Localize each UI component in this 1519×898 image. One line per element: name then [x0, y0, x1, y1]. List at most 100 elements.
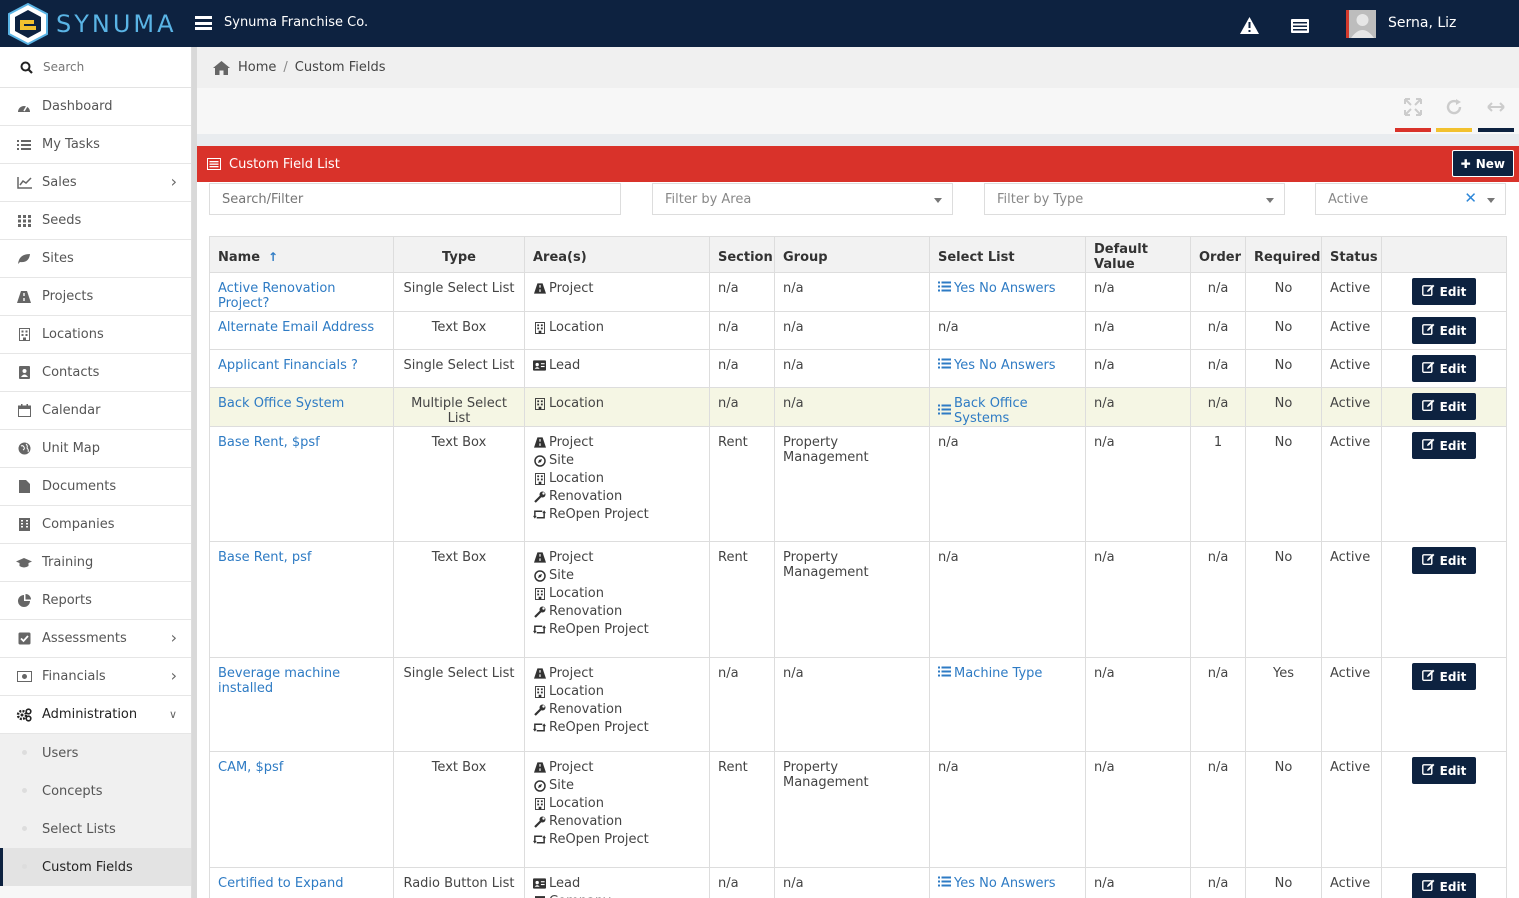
- sidebar-item-sales[interactable]: Sales ›: [0, 164, 191, 202]
- cell-name: Certified to Expand: [209, 867, 394, 898]
- cell-group: n/a: [774, 349, 930, 388]
- col-areas[interactable]: Area(s): [524, 236, 710, 273]
- warning-icon[interactable]: [1240, 17, 1259, 38]
- col-default-value[interactable]: Default Value: [1085, 236, 1191, 273]
- table-row[interactable]: CAM, $psf Text Box Project Site Location Reno…: [209, 751, 1507, 868]
- cell-order: n/a: [1190, 751, 1246, 868]
- col-group[interactable]: Group: [774, 236, 930, 273]
- refresh-icon[interactable]: [1436, 98, 1472, 132]
- area-label: Site: [549, 778, 574, 793]
- messages-icon[interactable]: [1291, 19, 1309, 33]
- field-name-link[interactable]: Beverage machine installed: [218, 666, 340, 696]
- sidebar-item-documents[interactable]: Documents: [0, 468, 191, 506]
- sidebar-subitem-concepts[interactable]: Concepts: [0, 772, 191, 810]
- select-list-link[interactable]: Yes No Answers: [938, 358, 1056, 373]
- menu-toggle-icon[interactable]: [195, 16, 212, 30]
- breadcrumb-home[interactable]: Home: [238, 60, 276, 75]
- col-select-list[interactable]: Select List: [929, 236, 1086, 273]
- sidebar-subitem-users[interactable]: Users: [0, 734, 191, 772]
- table-row[interactable]: Applicant Financials ? Single Select List…: [209, 349, 1507, 388]
- sidebar-item-assessments[interactable]: Assessments ›: [0, 620, 191, 658]
- select-list-link[interactable]: Yes No Answers: [938, 876, 1056, 891]
- table-row[interactable]: Back Office System Multiple Select List Lo…: [209, 387, 1507, 427]
- col-required[interactable]: Required: [1245, 236, 1322, 273]
- synuma-logo[interactable]: SYNUMA: [6, 2, 190, 46]
- cell-required: No: [1245, 426, 1322, 542]
- col-type[interactable]: Type: [393, 236, 525, 273]
- retweet-icon: [533, 722, 546, 733]
- sidebar-item-seeds[interactable]: Seeds: [0, 202, 191, 240]
- edit-button[interactable]: Edit: [1411, 355, 1477, 382]
- table-row[interactable]: Base Rent, psf Text Box Project Site Locatio…: [209, 541, 1507, 658]
- clear-icon[interactable]: ✕: [1464, 189, 1477, 207]
- table-row[interactable]: Base Rent, $psf Text Box Project Site Locati…: [209, 426, 1507, 542]
- edit-button[interactable]: Edit: [1411, 278, 1477, 305]
- compass-icon: [533, 454, 546, 467]
- field-name-link[interactable]: Base Rent, psf: [218, 550, 311, 565]
- sidebar-item-reports[interactable]: Reports: [0, 582, 191, 620]
- table-row[interactable]: Certified to Expand Radio Button List Lead…: [209, 867, 1507, 898]
- edit-button[interactable]: Edit: [1411, 317, 1477, 344]
- filter-area-select[interactable]: Filter by Area: [652, 183, 953, 215]
- cell-name: Alternate Email Address: [209, 311, 394, 350]
- field-name-link[interactable]: Base Rent, $psf: [218, 435, 320, 450]
- search-filter-input[interactable]: [222, 191, 602, 207]
- edit-button[interactable]: Edit: [1411, 393, 1477, 420]
- sidebar-item-projects[interactable]: Projects: [0, 278, 191, 316]
- sidebar-item-unit-map[interactable]: Unit Map: [0, 430, 191, 468]
- table-row[interactable]: Active Renovation Project? Single Select …: [209, 272, 1507, 312]
- sidebar-item-locations[interactable]: Locations: [0, 316, 191, 354]
- select-list-link[interactable]: Machine Type: [938, 666, 1042, 681]
- sidebar-item-companies[interactable]: Companies: [0, 506, 191, 544]
- table-row[interactable]: Alternate Email Address Text Box Location n…: [209, 311, 1507, 350]
- edit-button[interactable]: Edit: [1411, 873, 1477, 898]
- col-status[interactable]: Status: [1321, 236, 1382, 273]
- filter-type-select[interactable]: Filter by Type: [984, 183, 1285, 215]
- sidebar-item-calendar[interactable]: Calendar: [0, 392, 191, 430]
- sidebar-item-dashboard[interactable]: Dashboard: [0, 88, 191, 126]
- edit-button[interactable]: Edit: [1411, 547, 1477, 574]
- area-label: Renovation: [549, 814, 623, 829]
- sidebar-search-input[interactable]: [43, 60, 183, 74]
- field-name-link[interactable]: Back Office System: [218, 396, 344, 411]
- sidebar-item-administration[interactable]: Administration ∨: [0, 696, 191, 734]
- sidebar-item-my-tasks[interactable]: My Tasks: [0, 126, 191, 164]
- sidebar-item-training[interactable]: Training: [0, 544, 191, 582]
- table-row[interactable]: Beverage machine installed Single Select …: [209, 657, 1507, 752]
- sort-ascending-icon[interactable]: ↑: [268, 250, 278, 264]
- sidebar-item-sites[interactable]: Sites: [0, 240, 191, 278]
- field-name-link[interactable]: Certified to Expand: [218, 876, 344, 891]
- new-button[interactable]: ✚ New: [1451, 150, 1514, 177]
- edit-icon: [1421, 669, 1435, 684]
- select-list-label: Yes No Answers: [954, 358, 1056, 373]
- search-filter-field[interactable]: [209, 183, 621, 215]
- field-name-link[interactable]: CAM, $psf: [218, 760, 283, 775]
- new-button-label: New: [1475, 156, 1505, 171]
- sidebar-subitem-custom-fields[interactable]: Custom Fields: [0, 848, 191, 886]
- sidebar-item-financials[interactable]: Financials ›: [0, 658, 191, 696]
- edit-button-label: Edit: [1439, 763, 1467, 778]
- select-list-link[interactable]: Yes No Answers: [938, 281, 1056, 296]
- fullscreen-icon[interactable]: [1395, 98, 1431, 132]
- cell-actions: Edit: [1381, 541, 1507, 658]
- filter-status-select[interactable]: Active ✕: [1315, 183, 1506, 215]
- sidebar-subitem-select-lists[interactable]: Select Lists: [0, 810, 191, 848]
- area-label: ReOpen Project: [549, 720, 649, 735]
- col-section[interactable]: Section: [709, 236, 775, 273]
- road-icon: [533, 283, 546, 294]
- sidebar-item-contacts[interactable]: Contacts: [0, 354, 191, 392]
- col-name[interactable]: Name ↑: [209, 236, 394, 273]
- field-name-link[interactable]: Applicant Financials ?: [218, 358, 358, 373]
- expand-width-icon[interactable]: [1478, 98, 1514, 132]
- field-name-link[interactable]: Alternate Email Address: [218, 320, 374, 335]
- cell-status: Active: [1321, 349, 1382, 388]
- edit-button[interactable]: Edit: [1411, 432, 1477, 459]
- select-list-link[interactable]: Back Office Systems: [938, 396, 1077, 426]
- user-name[interactable]: Serna, Liz: [1388, 15, 1456, 31]
- edit-icon: [1421, 399, 1435, 414]
- field-name-link[interactable]: Active Renovation Project?: [218, 281, 336, 311]
- edit-button[interactable]: Edit: [1411, 757, 1477, 784]
- user-avatar[interactable]: [1346, 10, 1376, 38]
- edit-button[interactable]: Edit: [1411, 663, 1477, 690]
- col-order[interactable]: Order: [1190, 236, 1246, 273]
